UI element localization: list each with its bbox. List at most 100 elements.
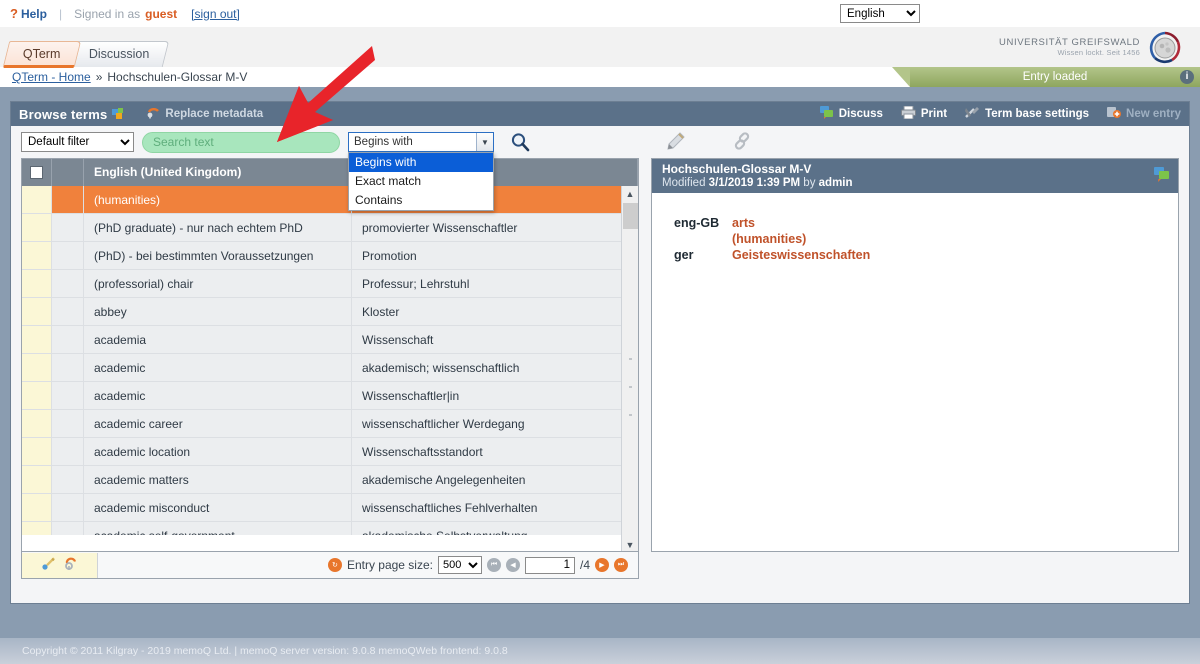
breadcrumb-separator: » bbox=[96, 70, 103, 84]
row-german: wissenschaftliches Fehlverhalten bbox=[352, 494, 638, 521]
table-scrollbar[interactable]: ▲ ▼ bbox=[621, 186, 638, 552]
page-size-select[interactable]: 500 bbox=[438, 556, 482, 574]
row-german: Kloster bbox=[352, 298, 638, 325]
row-checkbox[interactable] bbox=[22, 438, 52, 465]
table-row[interactable]: (humanities) Geisteswissenschaften bbox=[22, 186, 638, 214]
discuss-button[interactable]: Discuss bbox=[820, 106, 883, 122]
match-option-exact-match[interactable]: Exact match bbox=[349, 172, 493, 191]
breadcrumb-home-link[interactable]: QTerm - Home bbox=[12, 70, 91, 84]
row-checkbox[interactable] bbox=[22, 242, 52, 269]
info-icon[interactable]: i bbox=[1180, 70, 1194, 84]
row-checkbox[interactable] bbox=[22, 410, 52, 437]
entry-term[interactable]: Geisteswissenschaften bbox=[732, 247, 870, 263]
page-number-input[interactable] bbox=[525, 557, 575, 574]
table-row[interactable]: (PhD graduate) - nur nach echtem PhD pro… bbox=[22, 214, 638, 242]
table-row[interactable]: academic akademisch; wissenschaftlich bbox=[22, 354, 638, 382]
edit-entry-button[interactable] bbox=[666, 131, 686, 154]
entry-term[interactable]: (humanities) bbox=[732, 231, 806, 247]
row-english: (PhD graduate) - nur nach echtem PhD bbox=[84, 214, 352, 241]
entry-lang-code: eng-GB bbox=[674, 215, 732, 247]
match-mode-dropdown[interactable]: Begins with ▼ Begins with Exact match Co… bbox=[348, 132, 494, 152]
table-row[interactable]: academic career wissenschaftlicher Werde… bbox=[22, 410, 638, 438]
table-row[interactable]: academic self-government akademische Sel… bbox=[22, 522, 638, 535]
row-german: Promotion bbox=[352, 242, 638, 269]
match-option-contains[interactable]: Contains bbox=[349, 191, 493, 210]
modified-by-label: by bbox=[803, 177, 815, 189]
table-body: (humanities) Geisteswissenschaften (PhD … bbox=[22, 186, 638, 535]
table-row[interactable]: academia Wissenschaft bbox=[22, 326, 638, 354]
replace-metadata-button[interactable]: Replace metadata bbox=[147, 106, 263, 122]
terms-table: English (United Kingdom) (humanities) Ge… bbox=[21, 158, 639, 552]
tab-qterm[interactable]: QTerm bbox=[3, 41, 81, 67]
help-link[interactable]: Help bbox=[21, 7, 47, 21]
filter-select[interactable]: Default filter bbox=[21, 132, 134, 152]
table-row[interactable]: academic location Wissenschaftsstandort bbox=[22, 438, 638, 466]
table-row[interactable]: academic matters akademische Angelegenhe… bbox=[22, 466, 638, 494]
row-german: Professur; Lehrstuhl bbox=[352, 270, 638, 297]
row-status-cell bbox=[52, 522, 84, 535]
tools-icon bbox=[965, 106, 980, 122]
table-row[interactable]: abbey Kloster bbox=[22, 298, 638, 326]
entry-detail-column: Hochschulen-Glossar M-V Modified 3/1/201… bbox=[651, 158, 1179, 580]
panel-actions: Discuss Print bbox=[820, 102, 1181, 126]
main-tabs: QTerm Discussion bbox=[6, 41, 160, 67]
row-checkbox[interactable] bbox=[22, 270, 52, 297]
sign-out-link[interactable]: [sign out] bbox=[191, 7, 240, 21]
row-checkbox[interactable] bbox=[22, 466, 52, 493]
browse-terms-panel: Browse terms Replace metadata bbox=[10, 101, 1190, 604]
discuss-icon[interactable] bbox=[1154, 167, 1170, 183]
match-option-begins-with[interactable]: Begins with bbox=[349, 153, 493, 172]
new-entry-label: New entry bbox=[1126, 108, 1181, 120]
term-base-settings-button[interactable]: Term base settings bbox=[965, 106, 1089, 122]
match-mode-value[interactable]: Begins with bbox=[348, 132, 494, 152]
row-status-cell bbox=[52, 298, 84, 325]
entry-lang-row: ger Geisteswissenschaften bbox=[674, 247, 1178, 263]
scroll-up-icon[interactable]: ▲ bbox=[622, 186, 638, 202]
tab-discussion[interactable]: Discussion bbox=[68, 41, 169, 67]
search-button[interactable] bbox=[508, 130, 532, 154]
panel-title: Browse terms bbox=[19, 107, 107, 122]
entry-term[interactable]: arts bbox=[732, 215, 806, 231]
table-row[interactable]: (PhD) - bei bestimmten Voraussetzungen P… bbox=[22, 242, 638, 270]
select-all-checkbox[interactable] bbox=[22, 159, 52, 186]
modified-label: Modified bbox=[662, 177, 705, 189]
next-page-icon[interactable]: ▶ bbox=[595, 558, 609, 572]
table-row[interactable]: academic Wissenschaftler|in bbox=[22, 382, 638, 410]
page-footer: Copyright © 2011 Kilgray - 2019 memoQ Lt… bbox=[0, 638, 1200, 664]
scrollbar-thumb[interactable] bbox=[623, 203, 638, 229]
last-page-icon[interactable]: ⏭ bbox=[614, 558, 628, 572]
row-english: academic matters bbox=[84, 466, 352, 493]
row-checkbox[interactable] bbox=[22, 214, 52, 241]
terms-list-column: English (United Kingdom) (humanities) Ge… bbox=[21, 158, 639, 580]
search-toolbar: Default filter Begins with ▼ Begins with… bbox=[11, 126, 1189, 158]
first-page-icon[interactable]: ⏮ bbox=[487, 558, 501, 572]
row-english: academia bbox=[84, 326, 352, 353]
entry-detail-body: eng-GB arts (humanities) ger Geisteswiss… bbox=[652, 193, 1178, 263]
row-checkbox[interactable] bbox=[22, 186, 52, 213]
panel-title-bar: Browse terms Replace metadata bbox=[11, 102, 1189, 126]
print-button[interactable]: Print bbox=[901, 106, 947, 122]
row-checkbox[interactable] bbox=[22, 522, 52, 535]
tab-qterm-label: QTerm bbox=[23, 42, 61, 67]
table-row[interactable]: academic misconduct wissenschaftliches F… bbox=[22, 494, 638, 522]
scroll-down-icon[interactable]: ▼ bbox=[622, 537, 638, 552]
search-input[interactable] bbox=[142, 132, 340, 153]
table-row[interactable]: (professorial) chair Professur; Lehrstuh… bbox=[22, 270, 638, 298]
magnifier-icon[interactable] bbox=[64, 556, 79, 574]
row-english: abbey bbox=[84, 298, 352, 325]
row-checkbox[interactable] bbox=[22, 382, 52, 409]
language-select[interactable]: English bbox=[840, 4, 920, 23]
row-checkbox[interactable] bbox=[22, 298, 52, 325]
key-icon[interactable] bbox=[41, 556, 56, 574]
chevron-down-icon[interactable]: ▼ bbox=[476, 133, 493, 151]
university-seal-icon bbox=[1148, 31, 1182, 65]
row-checkbox[interactable] bbox=[22, 354, 52, 381]
row-checkbox[interactable] bbox=[22, 326, 52, 353]
link-entry-button[interactable] bbox=[732, 131, 752, 154]
prev-page-icon[interactable]: ◀ bbox=[506, 558, 520, 572]
refresh-icon[interactable]: ↻ bbox=[328, 558, 342, 572]
row-english: academic misconduct bbox=[84, 494, 352, 521]
column-header-english[interactable]: English (United Kingdom) bbox=[84, 159, 352, 186]
new-entry-button[interactable]: New entry bbox=[1107, 106, 1181, 122]
row-checkbox[interactable] bbox=[22, 494, 52, 521]
